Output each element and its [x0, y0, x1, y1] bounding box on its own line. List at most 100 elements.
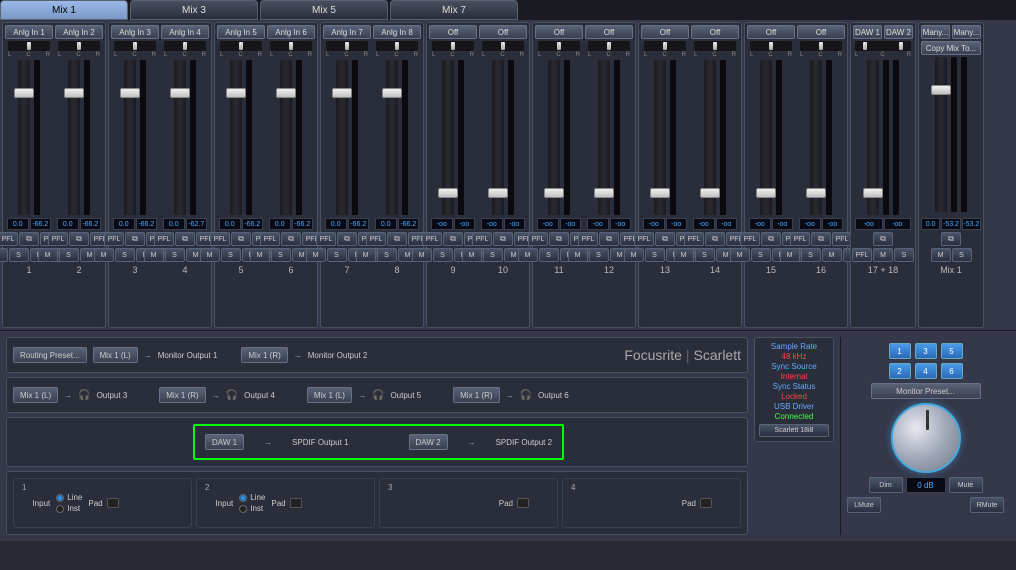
fader[interactable]	[386, 60, 398, 215]
stereo-link-button[interactable]: ⧉	[19, 232, 39, 246]
mute-button[interactable]: M	[674, 248, 694, 262]
pfl-button[interactable]: PFL	[366, 232, 386, 246]
stereo-link-button[interactable]: ⧉	[387, 232, 407, 246]
monitor-select-button[interactable]: 6	[941, 363, 963, 379]
pfl-button[interactable]: PFL	[578, 232, 598, 246]
pan-slider[interactable]	[644, 41, 686, 51]
route-source-button[interactable]: Mix 1 (L)	[307, 387, 352, 403]
channel-source-button[interactable]: Off	[641, 25, 689, 39]
solo-button[interactable]: S	[645, 248, 665, 262]
solo-button[interactable]: S	[271, 248, 291, 262]
channel-source-button[interactable]: Off	[747, 25, 795, 39]
pan-slider[interactable]	[114, 41, 156, 51]
channel-source-button[interactable]: Off	[479, 25, 527, 39]
fader[interactable]	[492, 60, 504, 215]
solo-button[interactable]: S	[695, 248, 715, 262]
fader[interactable]	[230, 60, 242, 215]
stereo-link-button[interactable]: ⧉	[337, 232, 357, 246]
input-inst-radio[interactable]: Inst	[239, 504, 265, 513]
pfl-button[interactable]: PFL	[48, 232, 68, 246]
pan-slider[interactable]	[694, 41, 736, 51]
channel-source-button[interactable]: Off	[429, 25, 477, 39]
mute-button[interactable]: M	[822, 248, 842, 262]
mute-button[interactable]: M	[931, 248, 951, 262]
solo-button[interactable]: S	[952, 248, 972, 262]
channel-source-button[interactable]: DAW 1	[853, 25, 882, 39]
monitor-select-button[interactable]: 2	[889, 363, 911, 379]
pan-slider[interactable]	[326, 41, 368, 51]
pan-slider[interactable]	[432, 41, 474, 51]
fader[interactable]	[810, 60, 822, 215]
channel-source-button[interactable]: Anlg In 8	[373, 25, 421, 39]
master-fader[interactable]	[935, 57, 947, 212]
fader[interactable]	[280, 60, 292, 215]
stereo-link-button[interactable]: ⧉	[599, 232, 619, 246]
pan-slider[interactable]	[58, 41, 100, 51]
stereo-link-button[interactable]: ⧉	[69, 232, 89, 246]
solo-button[interactable]: S	[9, 248, 29, 262]
pfl-button[interactable]: PFL	[790, 232, 810, 246]
stereo-link-button[interactable]: ⧉	[549, 232, 569, 246]
input-inst-radio[interactable]: Inst	[56, 504, 82, 513]
mute-button[interactable]: M	[0, 248, 8, 262]
mute-button[interactable]: M	[306, 248, 326, 262]
channel-source-button[interactable]: Anlg In 6	[267, 25, 315, 39]
pan-slider[interactable]	[800, 41, 842, 51]
pad-switch[interactable]	[107, 498, 119, 508]
mute-button[interactable]: M	[38, 248, 58, 262]
monitor-select-button[interactable]: 4	[915, 363, 937, 379]
lmute-button[interactable]: LMute	[847, 497, 881, 513]
pan-slider[interactable]	[220, 41, 262, 51]
pfl-button[interactable]: PFL	[528, 232, 548, 246]
pfl-button[interactable]: PFL	[260, 232, 280, 246]
fader[interactable]	[654, 60, 666, 215]
channel-source-button[interactable]: Anlg In 4	[161, 25, 209, 39]
pfl-button[interactable]: PFL	[852, 248, 872, 262]
pad-switch[interactable]	[290, 498, 302, 508]
rmute-button[interactable]: RMute	[970, 497, 1004, 513]
channel-source-button[interactable]: Anlg In 1	[5, 25, 53, 39]
solo-button[interactable]: S	[751, 248, 771, 262]
pan-slider[interactable]	[164, 41, 206, 51]
pfl-button[interactable]: PFL	[832, 232, 852, 246]
pan-slider[interactable]	[538, 41, 580, 51]
stereo-link-button[interactable]: ⧉	[281, 232, 301, 246]
route-source-button[interactable]: Mix 1 (R)	[159, 387, 205, 403]
mute-button[interactable]: M	[250, 248, 270, 262]
mute-button[interactable]: M	[624, 248, 644, 262]
solo-button[interactable]: S	[483, 248, 503, 262]
stereo-link-button[interactable]: ⧉	[231, 232, 251, 246]
solo-button[interactable]: S	[59, 248, 79, 262]
channel-source-button[interactable]: DAW 2	[884, 25, 913, 39]
pfl-button[interactable]: PFL	[104, 232, 124, 246]
mute-button[interactable]: M	[780, 248, 800, 262]
monitor-select-button[interactable]: 5	[941, 343, 963, 359]
pfl-button[interactable]: PFL	[684, 232, 704, 246]
mute-button[interactable]: M	[412, 248, 432, 262]
stereo-link-button[interactable]: ⧉	[941, 232, 961, 246]
solo-button[interactable]: S	[589, 248, 609, 262]
fader[interactable]	[760, 60, 772, 215]
stereo-link-button[interactable]: ⧉	[443, 232, 463, 246]
mute-button[interactable]: M	[568, 248, 588, 262]
fader[interactable]	[442, 60, 454, 215]
route-source-button[interactable]: Mix 1 (R)	[241, 347, 287, 363]
dim-button[interactable]: Dim	[869, 477, 903, 493]
mute-button[interactable]: M	[730, 248, 750, 262]
monitor-volume-knob[interactable]	[891, 403, 961, 473]
channel-source-button[interactable]: Anlg In 7	[323, 25, 371, 39]
pfl-button[interactable]: PFL	[740, 232, 760, 246]
channel-source-button[interactable]: Off	[797, 25, 845, 39]
pfl-button[interactable]: PFL	[634, 232, 654, 246]
fader[interactable]	[124, 60, 136, 215]
solo-button[interactable]: S	[327, 248, 347, 262]
mute-button[interactable]: M	[94, 248, 114, 262]
output-button[interactable]: Many...	[952, 25, 981, 39]
pfl-button[interactable]: PFL	[154, 232, 174, 246]
solo-button[interactable]: S	[377, 248, 397, 262]
pfl-button[interactable]: PFL	[422, 232, 442, 246]
copy-mix-button[interactable]: Copy Mix To...	[921, 41, 981, 55]
fader[interactable]	[704, 60, 716, 215]
pfl-button[interactable]: PFL	[0, 232, 18, 246]
stereo-link-button[interactable]: ⧉	[655, 232, 675, 246]
